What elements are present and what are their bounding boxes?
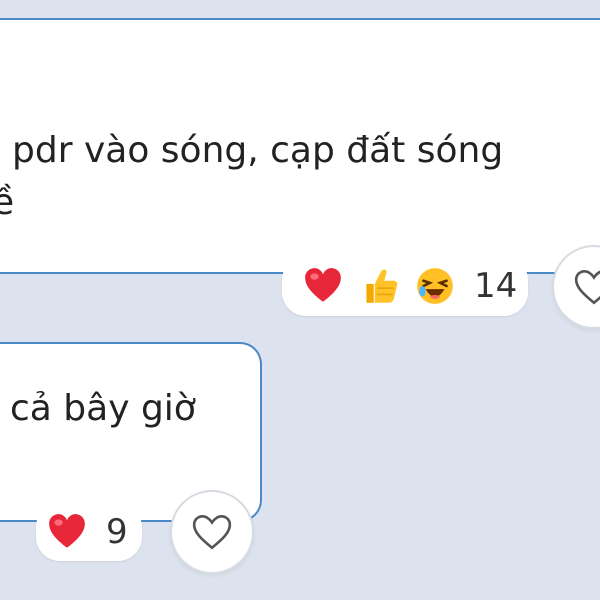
like-button-message-2[interactable] bbox=[170, 490, 254, 574]
heart-outline-icon bbox=[192, 514, 232, 550]
message-1-line-1: pdr vào sóng, cạp đất sóng bbox=[12, 130, 504, 171]
heart-outline-icon bbox=[574, 269, 600, 305]
message-1-reactions[interactable]: 14 bbox=[282, 256, 528, 316]
message-2-reaction-count: 9 bbox=[106, 512, 128, 552]
message-1-reaction-count: 14 bbox=[474, 266, 518, 306]
message-1-line-2: ề bbox=[0, 182, 15, 223]
chat-screen: pdr vào sóng, cạp đất sóng ề 14 cả bây g… bbox=[0, 0, 600, 600]
message-2-line-1: cả bây giờ bbox=[10, 388, 196, 429]
heart-emoji-icon bbox=[305, 268, 341, 302]
message-2-reactions[interactable]: 9 bbox=[36, 503, 142, 561]
laughing-emoji-icon bbox=[417, 268, 453, 304]
heart-emoji-icon bbox=[49, 514, 85, 548]
thumbs-up-emoji-icon bbox=[366, 269, 398, 303]
